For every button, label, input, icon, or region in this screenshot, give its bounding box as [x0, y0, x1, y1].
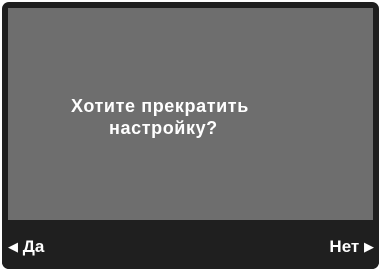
dialog-screen: Хотите прекратить настройку?: [8, 8, 373, 220]
yes-softkey[interactable]: ◀ Да: [8, 237, 44, 257]
softkey-bar: ◀ Да Нет ▶: [2, 220, 379, 269]
confirm-message-line1: Хотите прекратить: [71, 96, 249, 116]
right-arrow-icon: ▶: [364, 239, 374, 254]
no-label: Нет: [329, 237, 360, 256]
no-softkey[interactable]: Нет ▶: [329, 237, 374, 257]
confirm-message-line2: настройку?: [109, 118, 218, 138]
left-arrow-icon: ◀: [8, 239, 18, 254]
yes-label: Да: [22, 237, 45, 256]
device-display-frame: Хотите прекратить настройку? ◀ Да Нет ▶: [2, 2, 379, 269]
